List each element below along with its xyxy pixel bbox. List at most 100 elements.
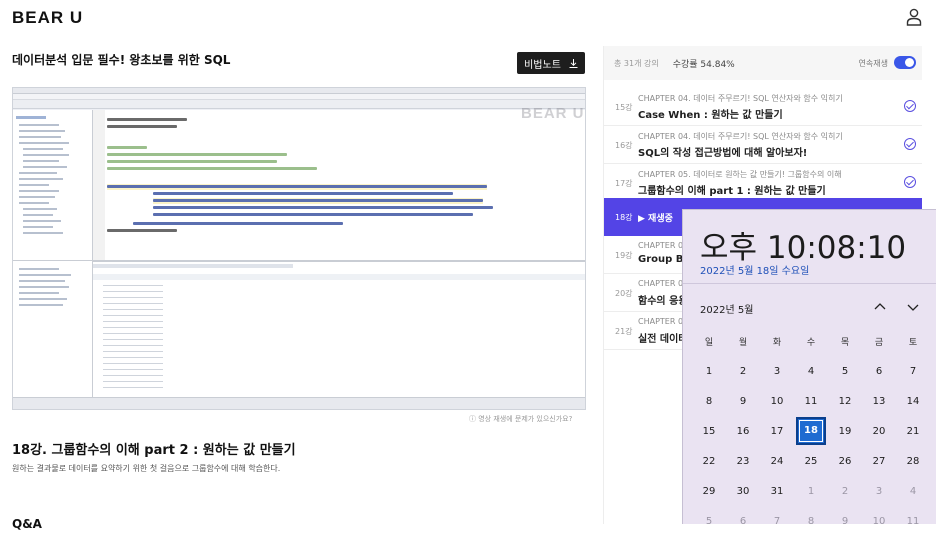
video-watermark: BEAR U: [521, 105, 585, 122]
calendar-day-next-month[interactable]: 11: [896, 516, 930, 527]
calendar-week: 22 23 24 25 26 27 28: [692, 446, 930, 476]
weekday-label: 일: [704, 337, 714, 348]
lesson-title: 실전 데이터: [638, 334, 688, 345]
download-icon: [569, 58, 578, 68]
calendar-day[interactable]: 20: [862, 426, 896, 437]
calendar-day-next-month[interactable]: 9: [828, 516, 862, 527]
video-query-results: [93, 260, 585, 398]
lesson-item-16[interactable]: 16강 CHAPTER 04. 데이터 주무르기! SQL 연산자와 함수 익히…: [604, 126, 922, 164]
note-button-label: 비법노트: [524, 59, 561, 71]
calendar-day[interactable]: 22: [692, 456, 726, 467]
calendar-day[interactable]: 19: [828, 426, 862, 437]
calendar-day-next-month[interactable]: 3: [862, 486, 896, 497]
today-label: 18: [796, 417, 826, 445]
lesson-number: 17강: [615, 179, 633, 188]
calendar-day[interactable]: 10: [760, 396, 794, 407]
weekday-label: 수: [806, 337, 816, 348]
weekday-label: 목: [840, 337, 850, 348]
user-icon[interactable]: [906, 8, 922, 26]
lesson-description: 원하는 결과물로 데이터를 요약하기 위한 첫 걸음으로 그룹함수에 대해 학습…: [12, 464, 281, 473]
calendar-grid: 일 월 화 수 목 금 토 1 2 3 4 5 6 7 8 9 10 11 12…: [692, 326, 930, 536]
chevron-down-icon[interactable]: [906, 300, 920, 314]
bearu-logo[interactable]: BEAR U: [12, 8, 83, 28]
calendar-day[interactable]: 29: [692, 486, 726, 497]
check-circle-icon: [904, 138, 916, 150]
calendar-day-next-month[interactable]: 1: [794, 486, 828, 497]
lesson-number: 18강: [615, 213, 633, 222]
calendar-day[interactable]: 17: [760, 426, 794, 437]
calendar-day[interactable]: 30: [726, 486, 760, 497]
lesson-chapter: CHAPTER 04. 데이터 주무르기! SQL 연산자와 함수 익히기: [638, 132, 843, 141]
lesson-item-17[interactable]: 17강 CHAPTER 05. 데이터로 원하는 값 만들기! 그룹함수의 이해…: [604, 164, 922, 202]
weekday-label: 토: [908, 337, 918, 348]
full-date-link[interactable]: 2022년 5월 18일 수요일: [700, 262, 809, 277]
video-problem-link[interactable]: ⓘ 영상 재생에 문제가 있으신가요?: [469, 414, 572, 424]
calendar-day[interactable]: 13: [862, 396, 896, 407]
lesson-number: 21강: [615, 327, 633, 336]
video-player[interactable]: BEAR U: [12, 87, 586, 410]
chevron-up-icon[interactable]: [873, 300, 887, 314]
calendar-week: 15 16 17 18 19 20 21: [692, 416, 930, 446]
calendar-day[interactable]: 25: [794, 456, 828, 467]
calendar-day[interactable]: 31: [760, 486, 794, 497]
calendar-day[interactable]: 11: [794, 396, 828, 407]
calendar-week: 8 9 10 11 12 13 14: [692, 386, 930, 416]
course-title: 데이터분석 입문 필수! 왕초보를 위한 SQL: [12, 53, 231, 67]
lesson-number: 20강: [615, 289, 633, 298]
weekday-label: 화: [772, 337, 782, 348]
calendar-month[interactable]: 2022년 5월: [700, 301, 753, 316]
calendar-day-next-month[interactable]: 10: [862, 516, 896, 527]
calendar-day-next-month[interactable]: 5: [692, 516, 726, 527]
video-ide-navigator: [13, 110, 93, 398]
lesson-chapter: CHAPTER 05. 데이터로 원하는 값 만들기! 그룹함수의 이해: [638, 170, 842, 179]
calendar-day-next-month[interactable]: 8: [794, 516, 828, 527]
calendar-day-next-month[interactable]: 2: [828, 486, 862, 497]
calendar-day[interactable]: 26: [828, 456, 862, 467]
now-playing-label: ▶ 재생중: [638, 214, 673, 224]
calendar-day-next-month[interactable]: 6: [726, 516, 760, 527]
lesson-title: SQL의 작성 접근방법에 대해 알아보자!: [638, 148, 808, 159]
calendar-day-next-month[interactable]: 7: [760, 516, 794, 527]
calendar-flyout: 오후 10:08:10 2022년 5월 18일 수요일 2022년 5월 일 …: [682, 209, 936, 527]
calendar-day-next-month[interactable]: 4: [896, 486, 930, 497]
calendar-day[interactable]: 16: [726, 426, 760, 437]
lesson-title: 18강. 그룹함수의 이해 part 2 : 원하는 값 만들기: [12, 443, 296, 458]
calendar-day[interactable]: 1: [692, 366, 726, 377]
calendar-day[interactable]: 28: [896, 456, 930, 467]
video-ide-toolbar: [13, 100, 585, 109]
video-sql-editor: [93, 110, 585, 260]
clock-time: 오후 10:08:10: [700, 230, 907, 266]
calendar-day[interactable]: 2: [726, 366, 760, 377]
calendar-day-today[interactable]: 18: [794, 417, 828, 445]
lesson-number: 19강: [615, 251, 633, 260]
calendar-day[interactable]: 9: [726, 396, 760, 407]
calendar-day[interactable]: 5: [828, 366, 862, 377]
calendar-day[interactable]: 14: [896, 396, 930, 407]
weekday-header: 일 월 화 수 목 금 토: [692, 326, 930, 356]
weekday-label: 월: [738, 337, 748, 348]
calendar-day[interactable]: 24: [760, 456, 794, 467]
calendar-day[interactable]: 27: [862, 456, 896, 467]
calendar-week: 5 6 7 8 9 10 11: [692, 506, 930, 536]
note-button[interactable]: 비법노트: [517, 52, 585, 74]
lesson-number: 16강: [615, 141, 633, 150]
calendar-day[interactable]: 21: [896, 426, 930, 437]
calendar-week: 29 30 31 1 2 3 4: [692, 476, 930, 506]
qa-title: Q&A: [12, 517, 42, 531]
lesson-number: 15강: [615, 103, 633, 112]
check-circle-icon: [904, 176, 916, 188]
autoplay-toggle[interactable]: [894, 56, 916, 69]
progress-text: 수강률 54.84%: [672, 59, 735, 70]
calendar-day[interactable]: 3: [760, 366, 794, 377]
lesson-chapter: CHAPTER 0: [638, 241, 684, 250]
calendar-day[interactable]: 8: [692, 396, 726, 407]
calendar-day[interactable]: 15: [692, 426, 726, 437]
calendar-day[interactable]: 6: [862, 366, 896, 377]
weekday-label: 금: [874, 337, 884, 348]
lesson-item-15[interactable]: 15강 CHAPTER 04. 데이터 주무르기! SQL 연산자와 함수 익히…: [604, 88, 922, 126]
calendar-day[interactable]: 4: [794, 366, 828, 377]
lesson-count: 총 31개 강의: [614, 58, 659, 68]
calendar-day[interactable]: 23: [726, 456, 760, 467]
calendar-day[interactable]: 12: [828, 396, 862, 407]
calendar-day[interactable]: 7: [896, 366, 930, 377]
